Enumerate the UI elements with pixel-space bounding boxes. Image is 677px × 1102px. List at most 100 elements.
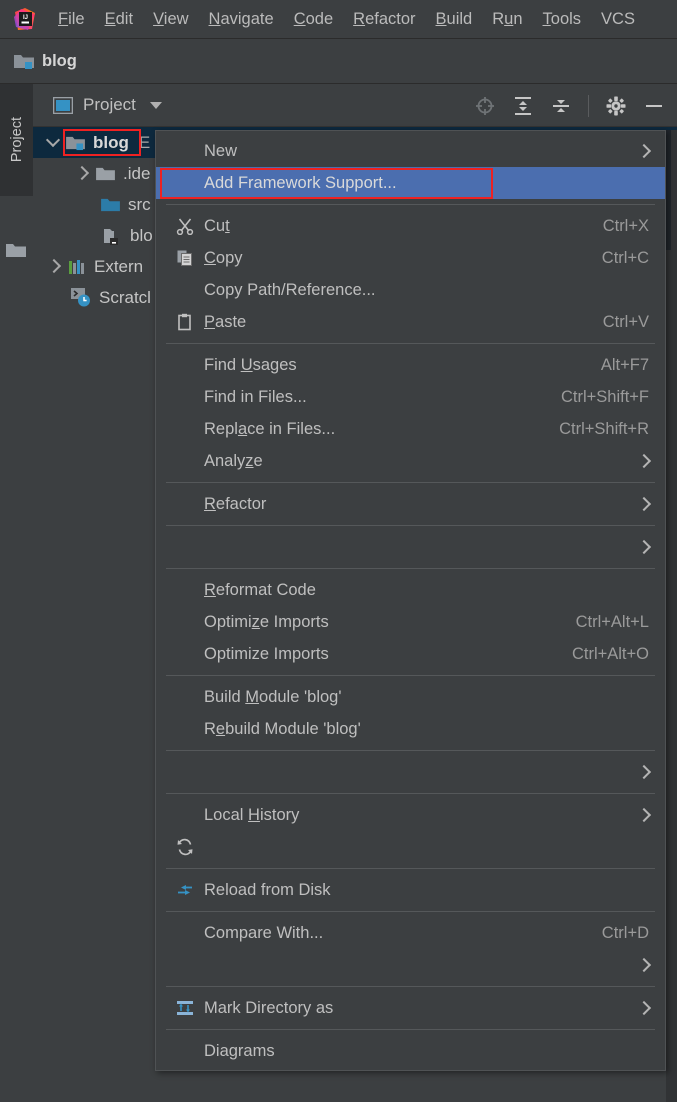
blank-icon — [176, 688, 194, 706]
expand-all-icon[interactable] — [512, 95, 534, 117]
menu-item-reload-from-disk[interactable] — [156, 831, 665, 863]
menu-item-replace-in-files[interactable]: Replace in Files... Ctrl+Shift+R — [156, 413, 665, 445]
menu-item-mark-directory-as[interactable] — [156, 949, 665, 981]
chevron-right-icon — [639, 146, 649, 156]
menu-item-rebuild-module[interactable]: Rebuild Module 'blog' — [156, 713, 665, 745]
menu-edit[interactable]: Edit — [95, 8, 143, 31]
menu-item-refactor[interactable]: Refactor — [156, 488, 665, 520]
menu-item-build-module[interactable]: Build Module 'blog' — [156, 681, 665, 713]
menu-item-open-module-settings[interactable]: Compare With... Ctrl+D — [156, 917, 665, 949]
menu-item-local-history[interactable]: Local History — [156, 799, 665, 831]
blank-icon — [176, 452, 194, 470]
menu-item-copy-path-reference[interactable]: Copy Path/Reference... — [156, 274, 665, 306]
menu-item-analyze[interactable]: Analyze — [156, 445, 665, 477]
source-folder-icon — [101, 197, 120, 213]
navigation-bar: blog — [0, 39, 677, 84]
menu-build[interactable]: Build — [426, 8, 483, 31]
menu-item-label: Rebuild Module 'blog' — [204, 719, 361, 738]
menu-item-compare-with[interactable]: Reload from Disk — [156, 874, 665, 906]
project-view-icon — [52, 96, 74, 114]
tree-row-blog-suffix: E — [138, 132, 151, 152]
stripe-tab-label: Project — [8, 117, 25, 163]
menu-item-label: Local History — [204, 805, 300, 824]
chevron-right-icon — [639, 499, 649, 509]
breadcrumb[interactable]: blog — [42, 52, 77, 71]
menu-item-open-in[interactable] — [156, 756, 665, 788]
copy-icon — [176, 249, 194, 267]
menu-item-diagrams[interactable]: Mark Directory as — [156, 992, 665, 1024]
chevron-right-icon — [639, 960, 649, 970]
menu-item-label: Cut — [204, 216, 230, 235]
menu-run[interactable]: Run — [482, 8, 532, 31]
menu-separator — [166, 204, 655, 205]
menu-view[interactable]: View — [143, 8, 198, 31]
menu-item-label: Copy — [204, 248, 243, 267]
menu-separator — [166, 525, 655, 526]
menu-separator — [166, 568, 655, 569]
menu-tools[interactable]: Tools — [533, 8, 592, 31]
menu-item-remove-module[interactable]: Optimize Imports Ctrl+Alt+O — [156, 638, 665, 670]
chevron-down-icon[interactable] — [47, 136, 60, 149]
gear-icon[interactable] — [605, 95, 627, 117]
compare-icon — [176, 881, 194, 899]
menu-file[interactable]: File — [48, 8, 95, 31]
locate-icon[interactable] — [474, 95, 496, 117]
menu-item-paste[interactable]: Paste Ctrl+V — [156, 306, 665, 338]
minimize-icon[interactable] — [643, 95, 665, 117]
menu-separator — [166, 793, 655, 794]
project-tool-window-title: Project — [83, 95, 136, 114]
menu-refactor[interactable]: Refactor — [343, 8, 425, 31]
menu-item-label: Analyze — [204, 451, 263, 470]
chevron-down-icon[interactable] — [149, 101, 162, 109]
menu-separator — [166, 1029, 655, 1030]
menu-code[interactable]: Code — [284, 8, 343, 31]
menu-item-bookmarks[interactable] — [156, 531, 665, 563]
menu-item-copy[interactable]: Copy Ctrl+C — [156, 242, 665, 274]
collapse-all-icon[interactable] — [550, 95, 572, 117]
menu-item-shortcut: Ctrl+D — [601, 923, 649, 942]
chevron-right-icon[interactable] — [47, 260, 60, 273]
chevron-right-icon — [639, 810, 649, 820]
blank-icon — [176, 720, 194, 738]
blank-icon — [176, 388, 194, 406]
blank-icon — [176, 806, 194, 824]
tree-label: Scratcl — [99, 287, 151, 307]
stripe-tab-project[interactable]: Project — [0, 84, 33, 196]
menu-item-label: Optimize Imports — [204, 612, 329, 631]
blank-icon — [176, 581, 194, 599]
menu-item-find-usages[interactable]: Find Usages Alt+F7 — [156, 349, 665, 381]
menu-item-add-framework-support[interactable]: Add Framework Support... — [156, 167, 665, 199]
menu-item-shortcut: Ctrl+Alt+O — [571, 644, 649, 663]
menu-vcs[interactable]: VCS — [591, 8, 645, 31]
svg-text:IJ: IJ — [23, 15, 28, 21]
blank-icon — [176, 174, 194, 192]
tree-label: blo — [130, 225, 153, 245]
chevron-right-icon — [639, 456, 649, 466]
menu-separator — [166, 750, 655, 751]
menu-separator — [166, 675, 655, 676]
scratches-icon — [71, 288, 91, 307]
menu-item-reformat-code[interactable]: Reformat Code — [156, 574, 665, 606]
menu-item-label: Optimize Imports — [204, 644, 329, 663]
intellij-logo-icon: IJ — [14, 8, 36, 30]
menu-separator — [166, 482, 655, 483]
blank-icon — [176, 613, 194, 631]
module-folder-icon — [66, 135, 85, 151]
menu-item-label: Build Module 'blog' — [204, 687, 342, 706]
menu-item-shortcut: Alt+F7 — [600, 355, 649, 374]
menu-item-label: Copy Path/Reference... — [204, 280, 376, 299]
tree-label: Extern — [94, 256, 144, 276]
menu-separator — [166, 911, 655, 912]
menu-item-label: Refactor — [204, 494, 267, 513]
menu-item-label: Reformat Code — [204, 580, 316, 599]
menu-item-find-in-files[interactable]: Find in Files... Ctrl+Shift+F — [156, 381, 665, 413]
chevron-right-icon[interactable] — [75, 167, 88, 180]
menu-item-convert-java-to-kotlin[interactable]: Diagrams — [156, 1035, 665, 1067]
menu-navigate[interactable]: Navigate — [199, 8, 284, 31]
menu-item-cut[interactable]: Cut Ctrl+X — [156, 210, 665, 242]
blank-icon — [176, 281, 194, 299]
menu-item-optimize-imports[interactable]: Optimize Imports Ctrl+Alt+L — [156, 606, 665, 638]
menu-item-new[interactable]: New — [156, 135, 665, 167]
folder-icon — [6, 242, 27, 259]
module-folder-icon — [14, 53, 34, 70]
